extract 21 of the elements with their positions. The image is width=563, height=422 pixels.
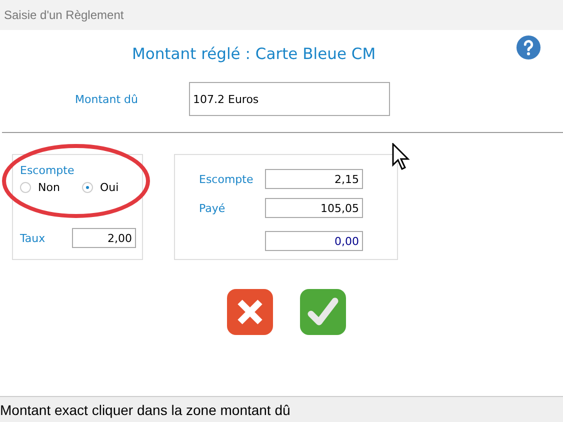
rate-label: Taux xyxy=(20,232,46,244)
total-field[interactable]: 2,15 xyxy=(265,169,363,189)
window-title: Saisie d'un Règlement xyxy=(4,8,124,22)
dialog-heading: Montant réglé : Carte Bleue CM xyxy=(132,45,377,63)
help-icon[interactable] xyxy=(516,34,541,60)
discount-label: Escompte xyxy=(20,164,76,177)
rate-field[interactable]: 2,00 xyxy=(72,228,136,248)
amount-due-field[interactable]: 107.2 Euros xyxy=(189,82,390,116)
cursor-icon xyxy=(392,143,410,171)
ok-button[interactable] xyxy=(298,287,348,337)
total-label: Escompte xyxy=(199,172,254,186)
status-text: Montant exact cliquer dans la zone montant dû xyxy=(0,402,290,418)
amount-due-label: Montant dû xyxy=(75,92,139,106)
total-field[interactable]: 105,05 xyxy=(265,198,363,218)
total-field[interactable]: 0,00 xyxy=(265,231,363,251)
radio-button[interactable] xyxy=(82,182,93,193)
radio-button[interactable] xyxy=(20,182,31,193)
radio-label[interactable]: Oui xyxy=(100,181,119,194)
cancel-button[interactable] xyxy=(225,287,275,337)
total-label: Payé xyxy=(199,202,226,214)
radio-label[interactable]: Non xyxy=(38,181,60,194)
